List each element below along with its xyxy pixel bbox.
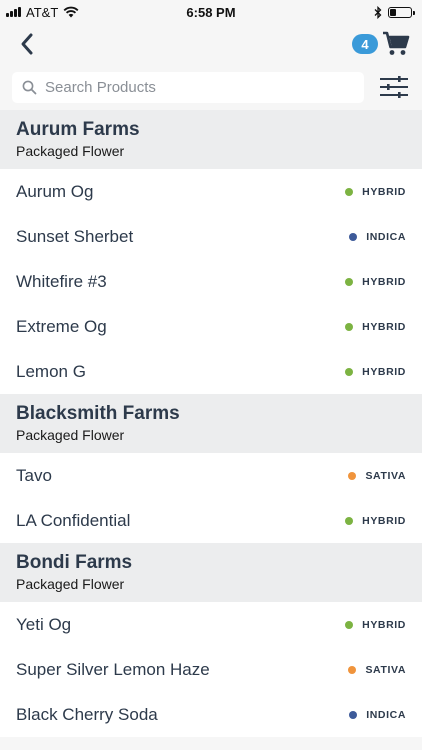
section-header: Bondi Farms Packaged Flower <box>0 543 422 602</box>
strain-type-dot-icon <box>345 322 354 331</box>
strain-type-badge: INDICA <box>349 709 406 721</box>
product-list: Aurum Farms Packaged Flower Aurum Og HYBRID… <box>0 110 422 737</box>
product-row[interactable]: Whitefire #3 HYBRID <box>0 259 422 304</box>
product-name: Whitefire #3 <box>16 271 107 291</box>
product-row[interactable]: Tavo SATIVA <box>0 453 422 498</box>
battery-icon <box>388 6 415 18</box>
cart-count-badge: 4 <box>352 34 378 54</box>
product-row[interactable]: Extreme Og HYBRID <box>0 304 422 349</box>
section-header: Aurum Farms Packaged Flower <box>0 110 422 169</box>
strain-type-badge: HYBRID <box>345 186 406 198</box>
strain-type-dot-icon <box>345 187 354 196</box>
category-subtitle: Packaged Flower <box>16 143 125 159</box>
section-header: Blacksmith Farms Packaged Flower <box>0 394 422 453</box>
sliders-icon <box>380 76 408 98</box>
strain-type-dot-icon <box>348 471 357 480</box>
status-bar: AT&T 6:58 PM <box>0 0 422 24</box>
product-row[interactable]: Aurum Og HYBRID <box>0 169 422 214</box>
wifi-icon <box>63 6 79 18</box>
product-row[interactable]: Black Cherry Soda INDICA <box>0 692 422 737</box>
strain-type-dot-icon <box>345 620 354 629</box>
product-row[interactable]: Lemon G HYBRID <box>0 349 422 394</box>
search-icon <box>22 80 37 94</box>
strain-type-badge: SATIVA <box>348 470 406 482</box>
product-name: Extreme Og <box>16 316 107 336</box>
strain-type-badge: HYBRID <box>345 276 406 288</box>
search-input[interactable] <box>45 78 354 96</box>
strain-type-label: HYBRID <box>362 275 406 288</box>
product-row[interactable]: LA Confidential HYBRID <box>0 498 422 543</box>
product-name: Yeti Og <box>16 614 72 634</box>
product-name: Super Silver Lemon Haze <box>16 659 210 679</box>
strain-type-label: HYBRID <box>362 514 406 527</box>
product-name: Lemon G <box>16 361 86 381</box>
strain-type-badge: HYBRID <box>345 515 406 527</box>
strain-type-dot-icon <box>349 232 358 241</box>
cart-button[interactable]: 4 <box>352 31 410 57</box>
filter-button[interactable] <box>378 72 410 102</box>
category-subtitle: Packaged Flower <box>16 576 125 592</box>
category-subtitle: Packaged Flower <box>16 427 125 443</box>
strain-type-label: HYBRID <box>362 365 406 378</box>
product-row[interactable]: Yeti Og HYBRID <box>0 602 422 647</box>
strain-type-dot-icon <box>345 277 354 286</box>
shopping-cart-icon <box>383 31 410 55</box>
status-right <box>374 5 415 19</box>
strain-type-label: INDICA <box>366 230 406 243</box>
strain-type-label: HYBRID <box>362 320 406 333</box>
strain-type-dot-icon <box>348 665 357 674</box>
search-row <box>0 64 422 110</box>
strain-type-dot-icon <box>345 516 354 525</box>
bluetooth-icon <box>374 5 382 19</box>
product-row[interactable]: Super Silver Lemon Haze SATIVA <box>0 647 422 692</box>
brand-title: Blacksmith Farms <box>16 403 180 424</box>
strain-type-badge: HYBRID <box>345 619 406 631</box>
chevron-left-icon <box>21 33 33 55</box>
strain-type-badge: HYBRID <box>345 321 406 333</box>
strain-type-label: SATIVA <box>365 469 406 482</box>
nav-bar: 4 <box>0 24 422 64</box>
strain-type-badge: HYBRID <box>345 366 406 378</box>
brand-title: Bondi Farms <box>16 552 133 573</box>
strain-type-label: HYBRID <box>362 618 406 631</box>
product-name: Black Cherry Soda <box>16 704 158 724</box>
strain-type-dot-icon <box>349 710 358 719</box>
product-name: Tavo <box>16 465 52 485</box>
carrier-label: AT&T <box>26 4 59 20</box>
status-left: AT&T <box>6 5 79 20</box>
strain-type-label: INDICA <box>366 708 406 721</box>
search-box[interactable] <box>12 71 364 103</box>
product-row[interactable]: Sunset Sherbet INDICA <box>0 214 422 259</box>
strain-type-label: HYBRID <box>362 185 406 198</box>
strain-type-badge: INDICA <box>349 231 406 243</box>
product-name: Sunset Sherbet <box>16 226 134 246</box>
product-name: LA Confidential <box>16 510 131 530</box>
strain-type-label: SATIVA <box>365 663 406 676</box>
product-name: Aurum Og <box>16 181 94 201</box>
back-button[interactable] <box>12 29 42 59</box>
brand-title: Aurum Farms <box>16 119 140 140</box>
cellular-signal-icon <box>6 7 21 17</box>
strain-type-badge: SATIVA <box>348 664 406 676</box>
strain-type-dot-icon <box>345 367 354 376</box>
